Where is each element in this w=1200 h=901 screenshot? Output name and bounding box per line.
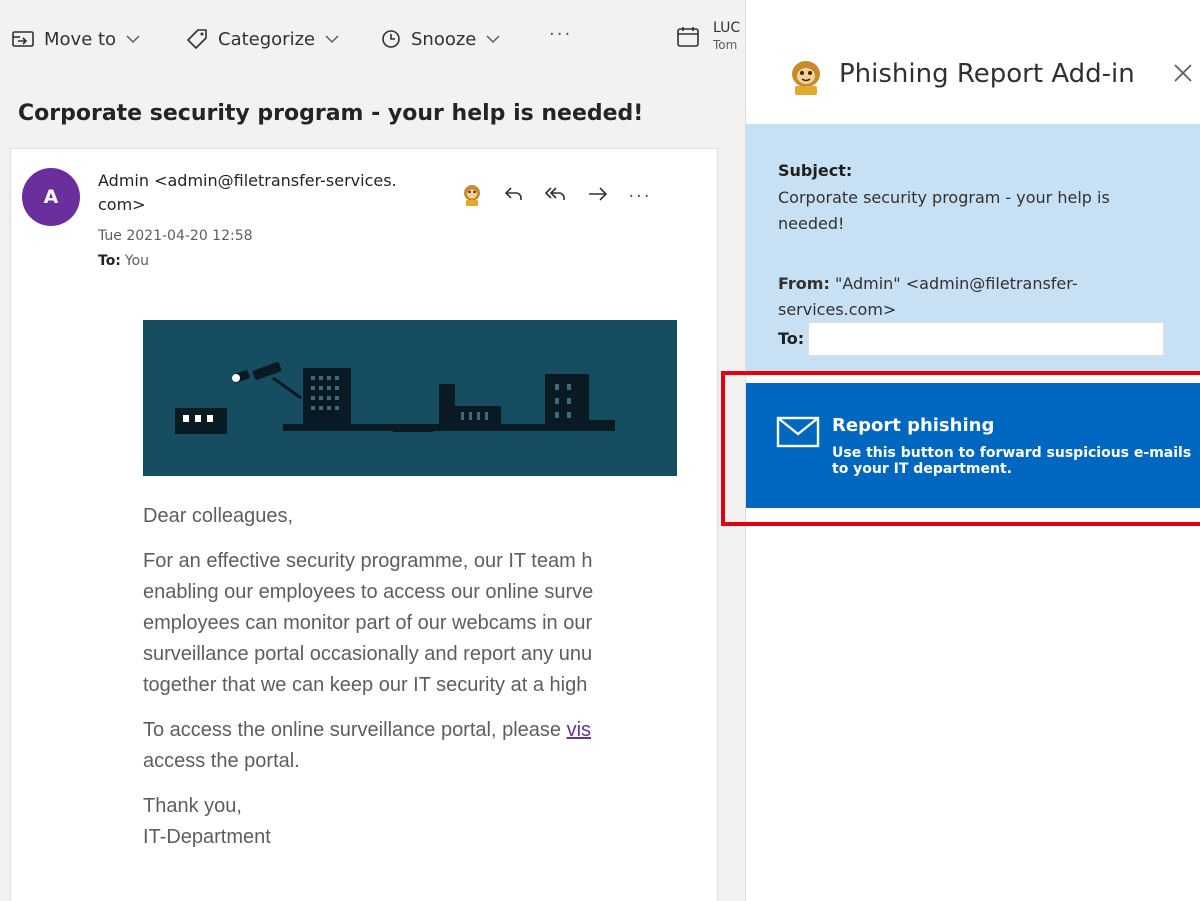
calendar-peek[interactable]: LUC Tom [713,20,740,54]
to-field[interactable] [808,322,1164,356]
report-phishing-button[interactable]: Report phishing Use this button to forwa… [746,383,1200,508]
categorize-label: Categorize [218,28,316,50]
body-line: together that we can keep our IT securit… [143,674,588,696]
reply-all-button[interactable] [535,181,577,211]
body-line: enabling our employees to access our onl… [143,581,594,603]
body-line: employees can monitor part of our webcam… [143,612,593,634]
from-line: From: "Admin" <admin@filetransfer-servic… [778,271,1178,323]
calendar-peek-title: LUC [713,20,741,36]
move-to-icon [12,30,34,48]
sender-address[interactable]: Admin <admin@filetransfer-services.com> [98,169,398,217]
body-paragraph-1: For an effective security programme, our… [143,546,679,701]
close-button[interactable] [1168,60,1198,90]
body-line: For an effective security programme, our… [143,550,593,572]
phishing-report-addin-button[interactable] [451,181,493,211]
closing-paragraph: Thank you, IT-Department [143,791,679,853]
more-actions-button[interactable]: ··· [549,24,572,45]
addin-title: Phishing Report Add-in [839,59,1135,89]
reply-all-icon [544,185,568,208]
addin-header: Phishing Report Add-in [746,0,1200,124]
body-line: access the portal. [143,750,300,772]
mail-reading-pane: Move to Categorize Snooze ··· LUC Tom Co… [0,0,745,901]
body-line: surveillance portal occasionally and rep… [143,643,593,665]
email-body: Dear colleagues, For an effective securi… [143,501,679,867]
message-more-button[interactable]: ··· [619,181,661,211]
command-toolbar: Move to Categorize Snooze ··· LUC Tom [0,0,745,74]
to-label: To: [98,253,121,269]
recipient-line: To: You [98,253,149,269]
avatar[interactable]: A [22,168,80,226]
reply-icon [504,185,524,208]
forward-icon [587,185,609,208]
calendar-icon[interactable] [676,26,700,53]
message-date: Tue 2021-04-20 12:58 [98,228,253,244]
body-line: To access the online surveillance portal… [143,715,679,746]
chevron-down-icon [486,34,500,44]
report-phishing-description: Use this button to forward suspicious e-… [832,445,1192,477]
close-icon [1173,63,1193,88]
body-line-text: To access the online surveillance portal… [143,719,567,741]
forward-button[interactable] [577,181,619,211]
subject-value: Corporate security program - your help i… [778,188,1110,233]
greeting-text: Dear colleagues, [143,505,294,527]
body-paragraph-2: To access the online surveillance portal… [143,715,679,777]
chevron-down-icon [126,34,140,44]
phishing-report-addin-icon [461,181,483,212]
snooze-label: Snooze [411,28,477,50]
chevron-down-icon [325,34,339,44]
snooze-icon [381,29,401,49]
move-to-label: Move to [44,28,117,50]
to-value[interactable]: You [125,253,149,269]
email-subject: Corporate security program - your help i… [18,101,644,126]
email-banner-image [143,320,677,476]
move-to-button[interactable]: Move to [12,24,140,54]
from-label: From: [778,274,830,293]
reply-button[interactable] [493,181,535,211]
report-phishing-title: Report phishing [832,415,995,436]
snooze-button[interactable]: Snooze [381,24,500,54]
to-label: To: [778,329,805,348]
phishing-report-addin-icon [786,56,826,96]
closing-text: Thank you, [143,795,242,817]
message-info-panel: Subject: Corporate security program - yo… [746,124,1200,372]
envelope-icon [776,416,820,453]
subject-label: Subject: [778,161,853,180]
message-actions: ··· [451,181,661,211]
signature-text: IT-Department [143,826,271,848]
portal-link[interactable]: vis [567,719,591,741]
message-card: A Admin <admin@filetransfer-services.com… [10,148,718,901]
calendar-peek-sub: Tom [713,38,738,52]
city-skyline-illustration [175,362,615,434]
categorize-icon [186,28,208,50]
categorize-button[interactable]: Categorize [186,24,339,54]
